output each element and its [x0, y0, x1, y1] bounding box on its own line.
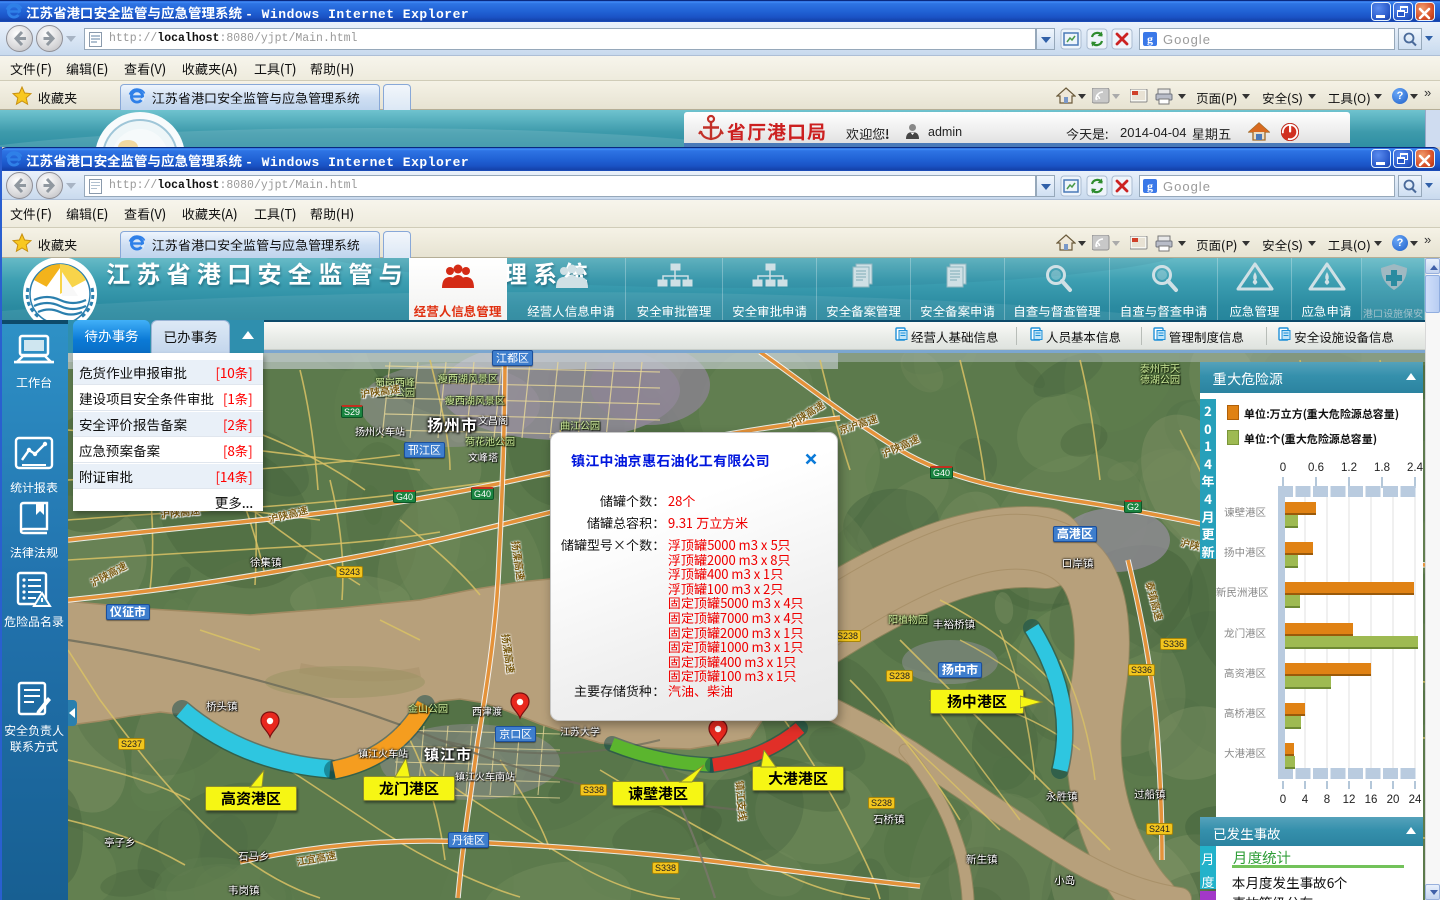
svg-text:2.4: 2.4: [1407, 462, 1423, 474]
svg-text:0.6: 0.6: [1308, 462, 1324, 474]
svg-text:24: 24: [1409, 794, 1422, 806]
svg-text:16: 16: [1365, 794, 1378, 806]
svg-text:8: 8: [1324, 794, 1330, 806]
svg-text:20: 20: [1387, 794, 1400, 806]
svg-text:4: 4: [1302, 794, 1309, 806]
svg-text:0: 0: [1280, 794, 1286, 806]
svg-text:1.8: 1.8: [1374, 462, 1390, 474]
svg-text:1.2: 1.2: [1341, 462, 1357, 474]
svg-text:12: 12: [1343, 794, 1356, 806]
svg-text:0: 0: [1280, 462, 1286, 474]
